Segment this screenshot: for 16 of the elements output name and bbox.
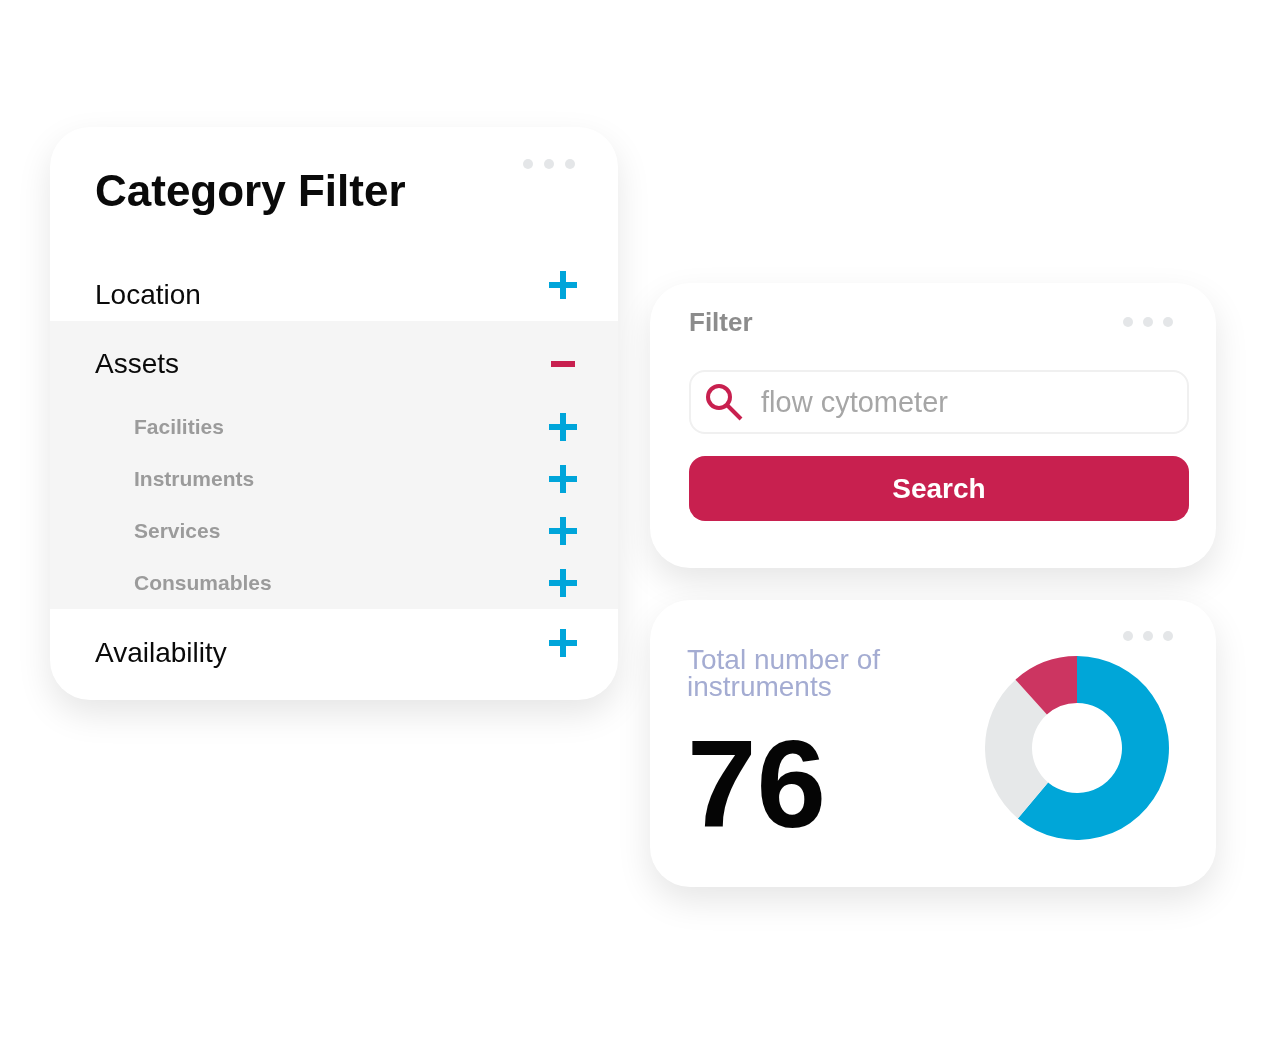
plus-icon[interactable]: [549, 413, 577, 441]
total-label: Total number of instruments: [687, 646, 881, 700]
card-title: Filter: [689, 306, 753, 338]
search-button[interactable]: Search: [689, 456, 1189, 521]
plus-icon[interactable]: [549, 517, 577, 545]
category-label[interactable]: Assets: [95, 347, 180, 381]
plus-icon[interactable]: [549, 569, 577, 597]
plus-icon[interactable]: [549, 465, 577, 493]
total-value: 76: [687, 721, 827, 846]
category-label[interactable]: Location: [95, 278, 201, 312]
category-label[interactable]: Availability: [95, 636, 227, 670]
plus-icon[interactable]: [549, 629, 577, 657]
search-field[interactable]: flow cytometer: [689, 370, 1189, 434]
plus-icon[interactable]: [549, 271, 577, 299]
search-icon: [705, 383, 743, 421]
card-title: Category Filter: [95, 167, 406, 215]
